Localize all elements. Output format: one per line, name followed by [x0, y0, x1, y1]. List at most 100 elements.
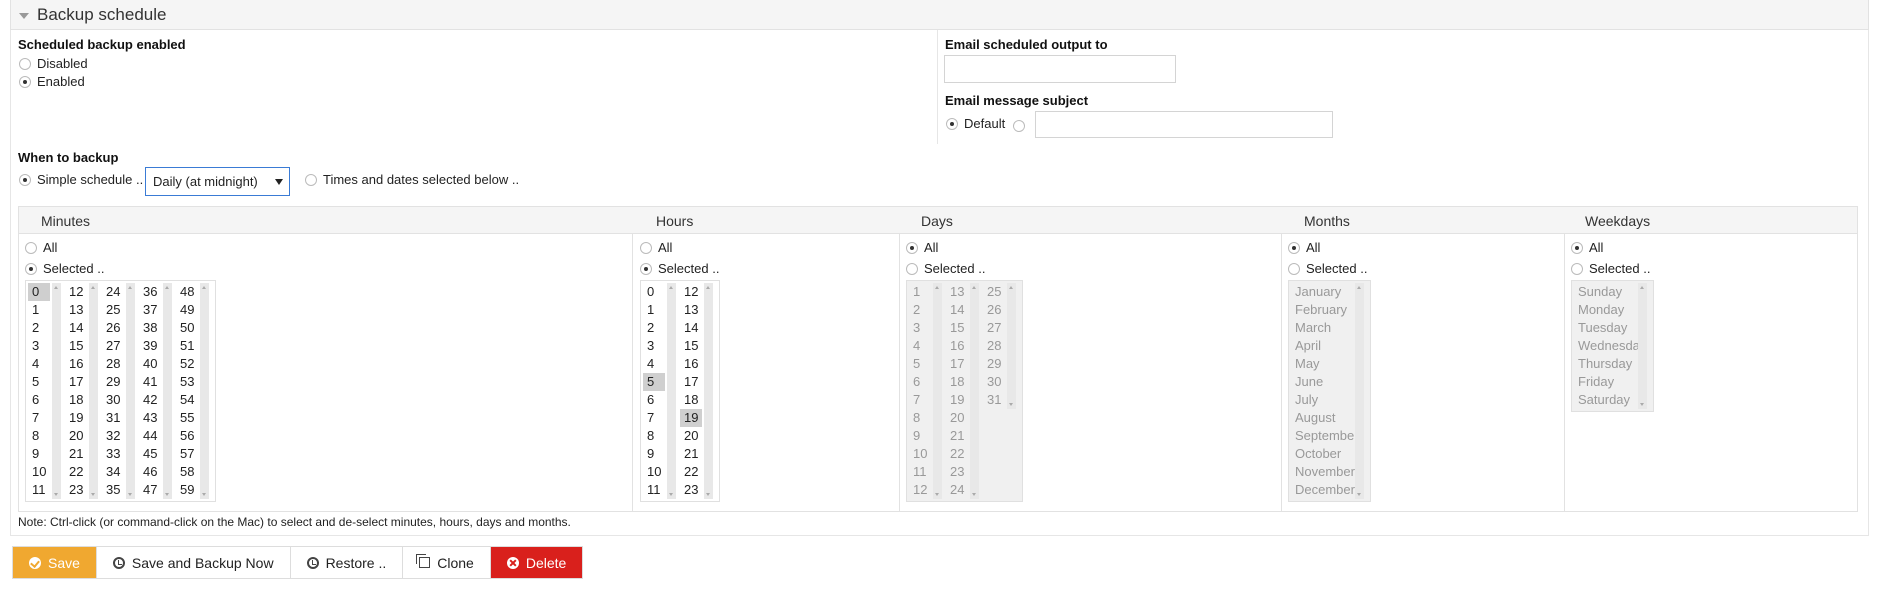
days-option[interactable]: 18 — [946, 373, 968, 391]
minutes-option[interactable]: 43 — [139, 409, 161, 427]
days-option[interactable]: 11 — [909, 463, 931, 481]
radio-disabled-control[interactable] — [19, 57, 31, 70]
days-option[interactable]: 29 — [983, 355, 1005, 373]
hours-selected[interactable]: Selected .. — [640, 261, 719, 276]
scrollbar[interactable] — [89, 283, 98, 499]
hours-option[interactable]: 3 — [643, 337, 665, 355]
minutes-listbox[interactable]: 0 1 2 3 4 5 6 7 8 9 10 11 12 13 14 15 16 17 18 19 20 21 22 23 24… — [25, 280, 216, 502]
minutes-option[interactable]: 22 — [65, 463, 87, 481]
radio-enabled-control[interactable] — [19, 75, 31, 88]
minutes-option[interactable]: 27 — [102, 337, 124, 355]
minutes-option[interactable]: 25 — [102, 301, 124, 319]
days-option[interactable]: 4 — [909, 337, 931, 355]
minutes-option[interactable]: 9 — [28, 445, 50, 463]
weekdays-option[interactable]: Friday — [1574, 373, 1636, 391]
weekdays-selected-radio[interactable] — [1571, 262, 1583, 275]
minutes-option[interactable]: 11 — [28, 481, 50, 499]
days-option[interactable]: 8 — [909, 409, 931, 427]
minutes-option[interactable]: 18 — [65, 391, 87, 409]
radio-subject-default-control[interactable] — [946, 117, 958, 130]
days-option[interactable]: 20 — [946, 409, 968, 427]
days-list-column[interactable]: 25 26 27 28 29 30 31 — [983, 283, 1016, 409]
minutes-list-column[interactable]: 0 1 2 3 4 5 6 7 8 9 10 11 — [28, 283, 61, 499]
minutes-option[interactable]: 10 — [28, 463, 50, 481]
days-option[interactable]: 19 — [946, 391, 968, 409]
hours-option[interactable]: 15 — [680, 337, 702, 355]
scrollbar[interactable] — [667, 283, 676, 499]
minutes-option[interactable]: 56 — [176, 427, 198, 445]
weekdays-all[interactable]: All — [1571, 240, 1603, 255]
hours-option[interactable]: 4 — [643, 355, 665, 373]
minutes-option[interactable]: 45 — [139, 445, 161, 463]
days-option[interactable]: 1 — [909, 283, 931, 301]
radio-times-control[interactable] — [305, 173, 317, 186]
minutes-all[interactable]: All — [25, 240, 57, 255]
hours-list-column[interactable]: 12 13 14 15 16 17 18 19 20 21 22 23 — [680, 283, 713, 499]
minutes-option[interactable]: 17 — [65, 373, 87, 391]
days-list-column[interactable]: 1 2 3 4 5 6 7 8 9 10 11 12 — [909, 283, 942, 499]
hours-option[interactable]: 7 — [643, 409, 665, 427]
minutes-option[interactable]: 4 — [28, 355, 50, 373]
days-option[interactable]: 5 — [909, 355, 931, 373]
days-option[interactable]: 10 — [909, 445, 931, 463]
months-option[interactable]: June — [1291, 373, 1353, 391]
collapse-caret-icon[interactable] — [19, 12, 29, 19]
backup-schedule-header[interactable]: Backup schedule — [10, 0, 1869, 30]
minutes-option[interactable]: 28 — [102, 355, 124, 373]
minutes-option[interactable]: 55 — [176, 409, 198, 427]
months-option[interactable]: September — [1291, 427, 1359, 445]
minutes-list-column[interactable]: 24 25 26 27 28 29 30 31 32 33 34 35 — [102, 283, 135, 499]
days-selected[interactable]: Selected .. — [906, 261, 985, 276]
hours-option[interactable]: 22 — [680, 463, 702, 481]
minutes-option[interactable]: 5 — [28, 373, 50, 391]
hours-option[interactable]: 14 — [680, 319, 702, 337]
days-option[interactable]: 17 — [946, 355, 968, 373]
radio-subject-default[interactable]: Default — [946, 116, 1005, 131]
days-all[interactable]: All — [906, 240, 938, 255]
days-option[interactable]: 15 — [946, 319, 968, 337]
minutes-option[interactable]: 44 — [139, 427, 161, 445]
minutes-option[interactable]: 1 — [28, 301, 50, 319]
minutes-option[interactable]: 58 — [176, 463, 198, 481]
weekdays-option[interactable]: Saturday — [1574, 391, 1636, 409]
minutes-option[interactable]: 34 — [102, 463, 124, 481]
minutes-option[interactable]: 20 — [65, 427, 87, 445]
minutes-option[interactable]: 21 — [65, 445, 87, 463]
days-option[interactable]: 31 — [983, 391, 1005, 409]
days-option[interactable]: 2 — [909, 301, 931, 319]
minutes-selected-radio[interactable] — [25, 262, 37, 275]
days-option[interactable]: 26 — [983, 301, 1005, 319]
days-option[interactable]: 21 — [946, 427, 968, 445]
hours-option[interactable]: 6 — [643, 391, 665, 409]
hours-selected-radio[interactable] — [640, 262, 652, 275]
restore-button[interactable]: Restore .. — [290, 547, 404, 578]
days-option[interactable]: 22 — [946, 445, 968, 463]
minutes-option[interactable]: 35 — [102, 481, 124, 499]
months-option[interactable]: March — [1291, 319, 1353, 337]
months-listbox[interactable]: January February March April May June July Augu… — [1288, 280, 1371, 502]
months-option[interactable]: April — [1291, 337, 1353, 355]
weekdays-listbox[interactable]: Sunday Monday Tuesday Wednesday Thursday Frid… — [1571, 280, 1654, 412]
hours-all[interactable]: All — [640, 240, 672, 255]
hours-all-radio[interactable] — [640, 241, 652, 254]
months-option[interactable]: July — [1291, 391, 1353, 409]
days-option[interactable]: 7 — [909, 391, 931, 409]
days-option[interactable]: 12 — [909, 481, 931, 499]
days-option[interactable]: 25 — [983, 283, 1005, 301]
hours-option[interactable]: 18 — [680, 391, 702, 409]
days-option[interactable]: 13 — [946, 283, 968, 301]
minutes-option[interactable]: 2 — [28, 319, 50, 337]
minutes-option[interactable]: 12 — [65, 283, 87, 301]
scrollbar[interactable] — [163, 283, 172, 499]
minutes-option[interactable]: 57 — [176, 445, 198, 463]
hours-option[interactable]: 17 — [680, 373, 702, 391]
scrollbar[interactable] — [704, 283, 713, 499]
hours-option[interactable]: 2 — [643, 319, 665, 337]
weekdays-selected[interactable]: Selected .. — [1571, 261, 1650, 276]
minutes-list-column[interactable]: 36 37 38 39 40 41 42 43 44 45 46 47 — [139, 283, 172, 499]
minutes-option[interactable]: 14 — [65, 319, 87, 337]
delete-button[interactable]: Delete — [490, 547, 583, 578]
days-option[interactable]: 6 — [909, 373, 931, 391]
scrollbar[interactable] — [52, 283, 61, 499]
minutes-option[interactable]: 37 — [139, 301, 161, 319]
